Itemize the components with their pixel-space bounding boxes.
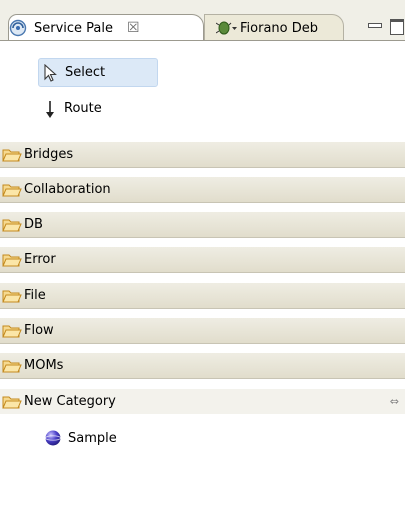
service-palette-view: Service Pale ☒ Fiorano Deb Select Route … [0,0,405,509]
tool-route[interactable]: Route [38,94,158,123]
drawer-collaboration[interactable]: Collaboration [0,176,405,203]
tool-select[interactable]: Select [38,58,158,87]
drawer-bridges[interactable]: Bridges [0,141,405,168]
drawer-label: File [24,288,46,303]
close-tab-icon[interactable]: ☒ [127,20,140,36]
folder-icon [2,290,22,302]
debug-bug-icon [216,21,237,35]
arrow-pointer-icon [44,63,57,82]
down-arrow-icon [46,100,54,118]
palette-entry-label: Sample [68,430,117,446]
tool-select-label: Select [65,65,106,80]
tab-fiorano-debugger-content: Fiorano Deb [216,16,318,40]
view-tab-strip: Service Pale ☒ Fiorano Deb [0,0,405,41]
drawer-flow[interactable]: Flow [0,317,405,344]
drawer-label: Collaboration [24,182,111,197]
drawer-label: New Category [24,394,116,409]
minimize-view-icon[interactable] [367,18,382,32]
drawer-label: MOMs [24,358,64,373]
tab-strip-divider [0,40,405,41]
tab-fiorano-debugger-label: Fiorano Deb [240,20,318,36]
sphere-icon [45,430,61,446]
folder-icon [2,360,22,372]
palette-icon [9,19,27,37]
drawer-error[interactable]: Error [0,246,405,273]
palette-entry-sample[interactable]: Sample [44,424,117,452]
drawer-label: Error [24,252,56,267]
drawer-label: Flow [24,323,54,338]
drawer-label: Bridges [24,147,74,162]
drawer-new-category[interactable]: New Category ⇔ [0,388,405,415]
tab-service-palette-label: Service Pale [34,20,114,36]
folder-icon [2,219,22,231]
open-folder-icon [2,396,22,408]
pin-drawer-icon[interactable]: ⇔ [390,395,399,408]
tab-service-palette-content: Service Pale ☒ [8,16,140,40]
view-controls [367,18,404,35]
folder-icon [2,325,22,337]
drawer-label: DB [24,217,43,232]
drawer-moms[interactable]: MOMs [0,352,405,379]
folder-icon [2,149,22,161]
folder-icon [2,254,22,266]
drawer-db[interactable]: DB [0,211,405,238]
tool-route-label: Route [64,101,102,116]
maximize-view-icon[interactable] [389,18,404,35]
folder-icon [2,184,22,196]
drawer-file[interactable]: File [0,282,405,309]
